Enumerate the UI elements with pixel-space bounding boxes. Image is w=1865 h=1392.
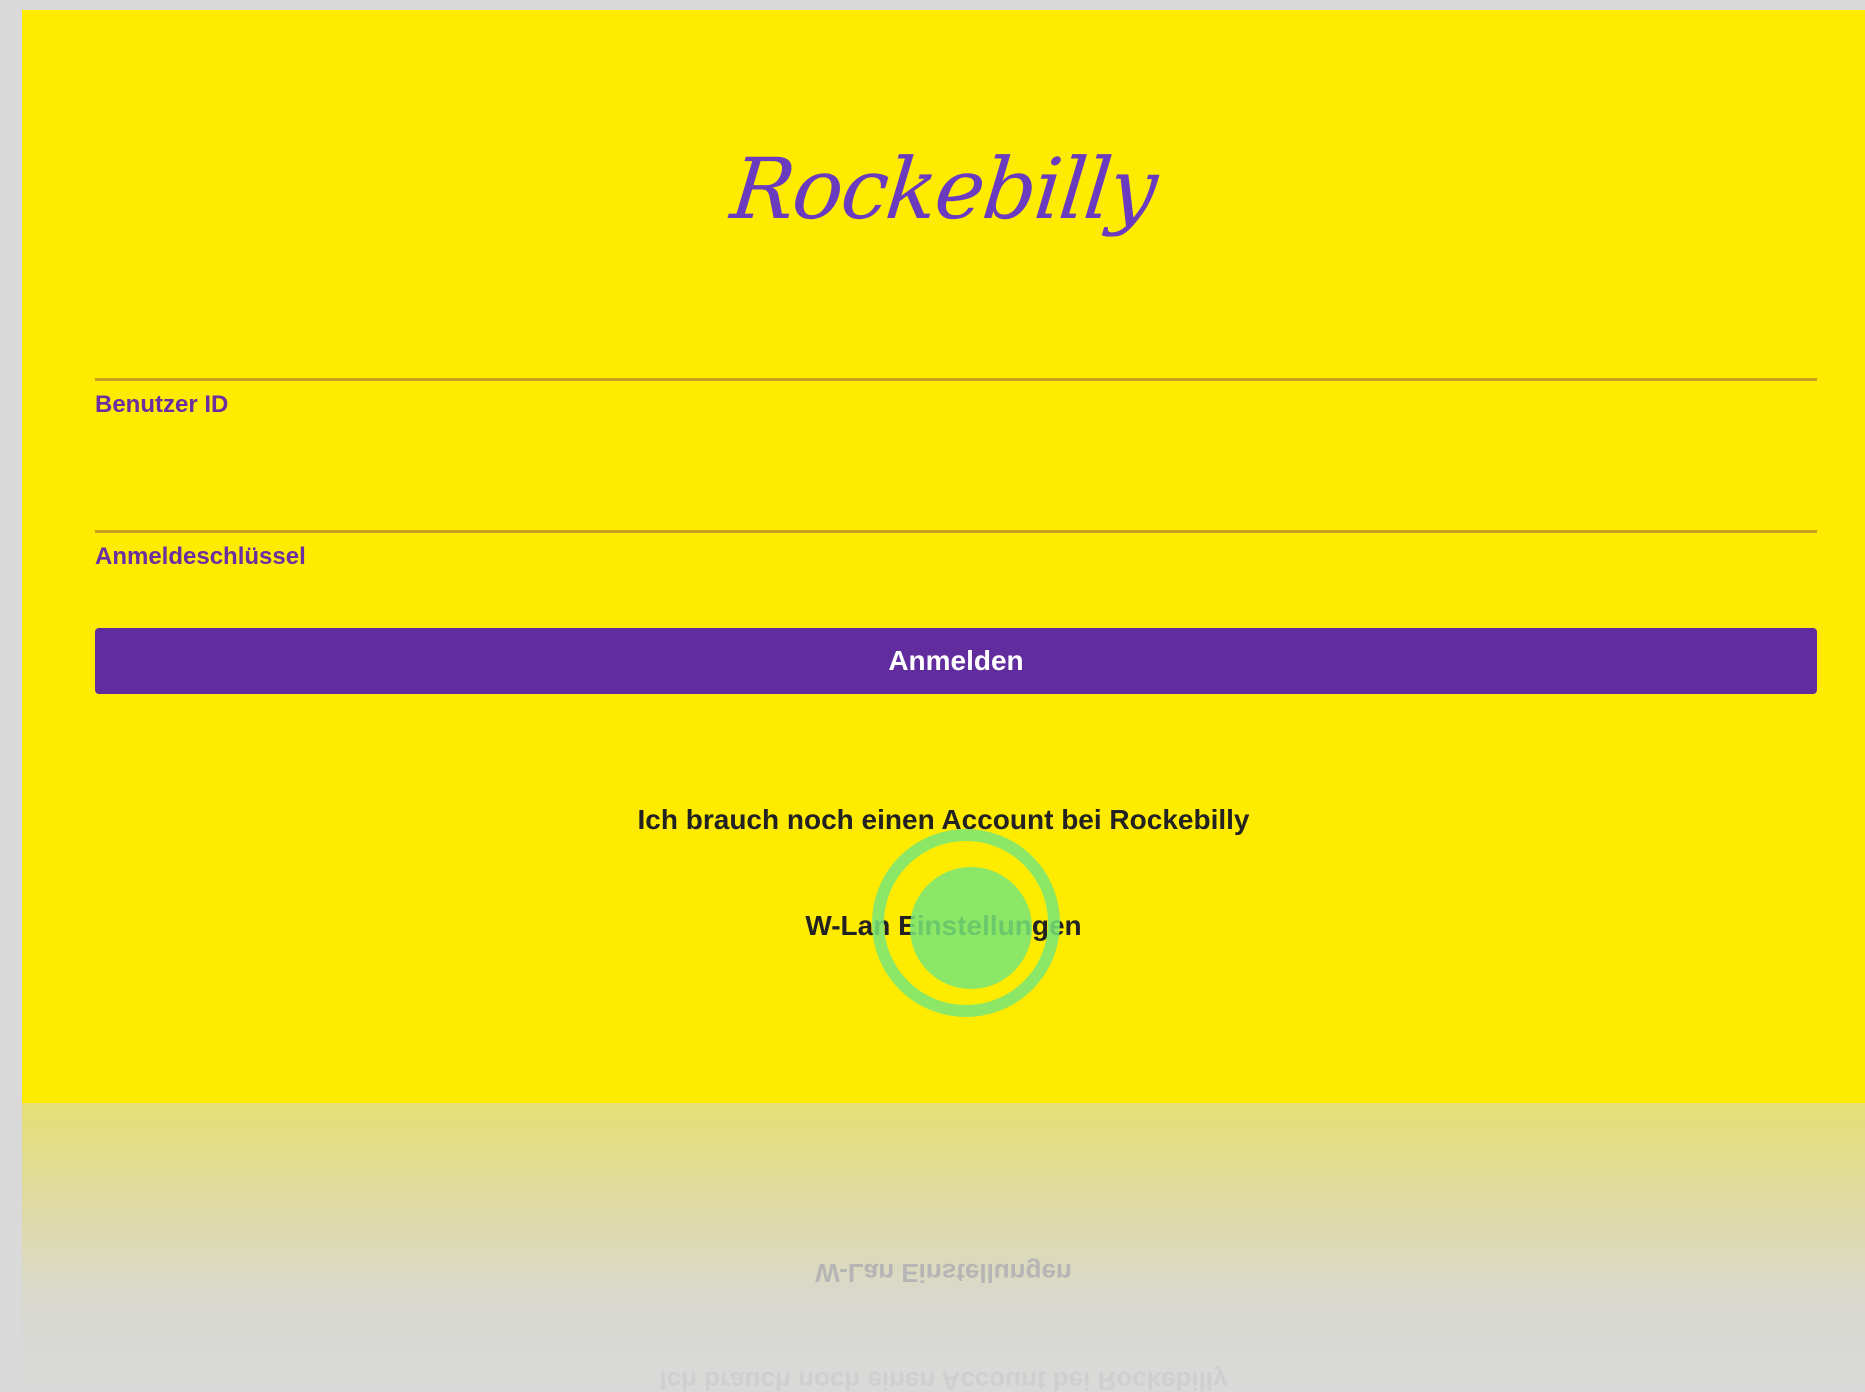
user-id-underline (95, 378, 1817, 381)
user-id-input[interactable] (95, 298, 1817, 376)
reflection-register-text: Ich brauch noch einen Account bei Rockeb… (659, 1366, 1228, 1392)
password-field[interactable]: Anmeldeschlüssel (95, 530, 1817, 571)
register-link[interactable]: Ich brauch noch einen Account bei Rockeb… (638, 804, 1250, 835)
app-logo: Rockebilly (726, 140, 1161, 238)
reflection-wlan-text: W-Lan Einstellungen (815, 1258, 1072, 1288)
login-button[interactable]: Anmelden (95, 628, 1817, 694)
password-input[interactable] (95, 450, 1817, 528)
password-underline (95, 530, 1817, 533)
user-id-field[interactable]: Benutzer ID (95, 378, 1817, 419)
tap-indicator-dot-icon (910, 867, 1032, 989)
reflection-area: W-Lan Einstellungen Ich brauch noch eine… (22, 1103, 1865, 1392)
user-id-label: Benutzer ID (95, 391, 229, 418)
password-label: Anmeldeschlüssel (95, 543, 306, 570)
